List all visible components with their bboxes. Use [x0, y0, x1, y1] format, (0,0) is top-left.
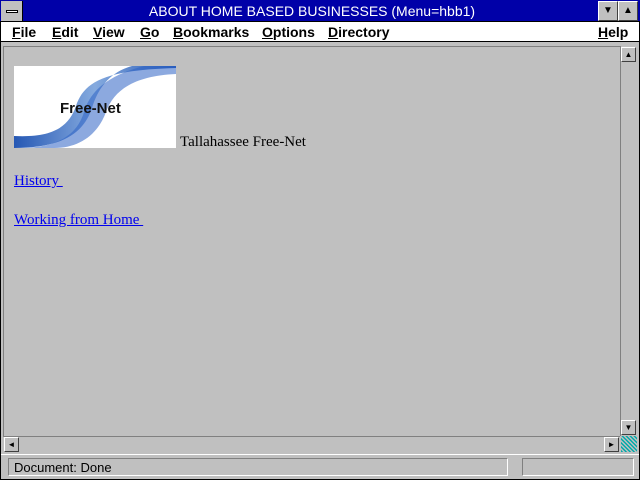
menu-directory-mnemonic: D [328, 24, 339, 40]
scroll-left-button[interactable]: ◄ [4, 437, 19, 452]
menu-view-mnemonic: V [93, 24, 103, 40]
minimize-button[interactable]: ▼ [598, 1, 618, 21]
menu-options[interactable]: Options [262, 22, 315, 42]
window-title: ABOUT HOME BASED BUSINESSES (Menu=hbb1) [148, 3, 476, 19]
triangle-up-icon: ▲ [623, 5, 633, 16]
arrow-left-icon: ◄ [7, 440, 16, 449]
history-link[interactable]: History [14, 173, 63, 190]
menu-file-label: ile [20, 24, 37, 40]
menu-edit-mnemonic: E [52, 24, 62, 40]
menu-go-mnemonic: G [140, 24, 151, 40]
menu-edit[interactable]: Edit [52, 22, 78, 42]
menu-file-mnemonic: F [12, 24, 21, 40]
site-name: Tallahassee Free-Net [180, 134, 306, 150]
menu-go-label: o [150, 24, 160, 40]
system-menu-button[interactable] [1, 1, 23, 21]
scroll-right-button[interactable]: ► [604, 437, 619, 452]
menu-bookmarks[interactable]: Bookmarks [173, 22, 249, 42]
resize-grip[interactable] [621, 436, 637, 452]
menu-edit-label: dit [61, 24, 79, 40]
arrow-up-icon: ▲ [624, 50, 633, 59]
horizontal-scrollbar[interactable] [3, 436, 620, 452]
scroll-up-button[interactable]: ▲ [621, 47, 636, 62]
logo-text: Free-Net [60, 100, 121, 117]
menu-directory-label: irectory [338, 24, 390, 40]
menu-options-label: ptions [272, 24, 315, 40]
menu-bookmarks-label: ookmarks [183, 24, 250, 40]
menu-bookmarks-mnemonic: B [173, 24, 184, 40]
working-from-home-link[interactable]: Working from Home [14, 212, 143, 229]
menu-options-mnemonic: O [262, 24, 273, 40]
progress-indicator [522, 458, 634, 476]
triangle-down-icon: ▼ [603, 5, 613, 16]
menu-directory[interactable]: Directory [328, 22, 389, 42]
arrow-right-icon: ► [607, 440, 616, 449]
menu-bar: File Edit View Go Bookmarks Options Dire… [1, 22, 639, 42]
arrow-down-icon: ▼ [624, 423, 633, 432]
menu-help-mnemonic: H [598, 24, 609, 40]
scroll-down-button[interactable]: ▼ [621, 420, 636, 435]
status-text: Document: Done [8, 458, 508, 476]
menu-file[interactable]: File [12, 22, 36, 42]
menu-view[interactable]: View [93, 22, 125, 42]
vertical-scrollbar[interactable] [620, 46, 637, 436]
menu-go[interactable]: Go [140, 22, 159, 42]
free-net-logo: Free-Net [14, 66, 176, 148]
free-net-logo-graphic: Free-Net [14, 66, 176, 148]
maximize-button[interactable]: ▲ [618, 1, 638, 21]
menu-view-label: iew [102, 24, 125, 40]
menu-help[interactable]: Help [598, 22, 628, 42]
system-menu-icon [6, 10, 18, 13]
menu-help-label: elp [608, 24, 629, 40]
